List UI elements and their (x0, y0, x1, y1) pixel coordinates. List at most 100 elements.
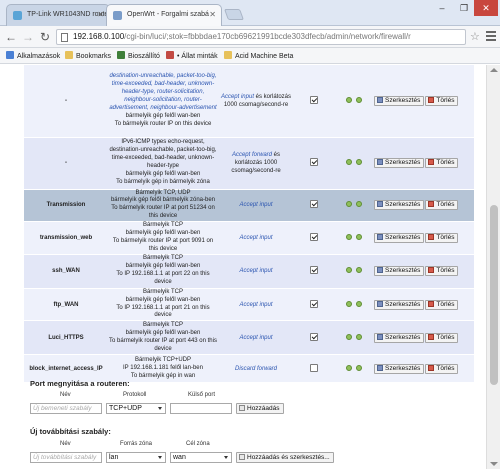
new-input-rule-name-field[interactable]: Új bemeneti szabály (30, 403, 102, 414)
column-label-name: Név (60, 392, 71, 398)
bookmark-apps[interactable]: Alkalmazások (6, 51, 60, 60)
delete-button[interactable]: Törlés (425, 266, 459, 277)
delete-button[interactable]: Törlés (425, 299, 459, 310)
delete-icon (428, 159, 435, 165)
rule-name: Luci_HTTPS (24, 320, 108, 356)
move-down-icon[interactable] (355, 300, 363, 308)
minimize-button[interactable]: – (432, 0, 452, 16)
move-up-icon[interactable] (345, 300, 353, 308)
button-label: Szerkesztés (385, 364, 421, 372)
rule-enabled-checkbox[interactable] (310, 232, 318, 241)
rule-enabled-checkbox[interactable] (310, 363, 318, 372)
maximize-button[interactable]: ❐ (454, 0, 474, 16)
bookmark-allat-mintak[interactable]: • Állat minták (166, 51, 218, 60)
rule-name: ssh_WAN (24, 254, 108, 289)
button-label: Törlés (436, 159, 455, 166)
rule-sort-cell (334, 320, 374, 356)
rule-match-line: bármelyik gép felől wan-ben (125, 263, 201, 270)
page-scrollbar[interactable] (486, 65, 500, 469)
move-down-icon[interactable] (355, 233, 363, 241)
source-zone-select[interactable]: lan (106, 452, 166, 463)
add-port-rule-button[interactable]: Hozzáadás (236, 403, 284, 414)
move-up-icon[interactable] (345, 333, 353, 341)
folder-icon (224, 51, 232, 59)
rule-buttons-cell: Szerkesztés Törlés (374, 189, 474, 223)
delete-icon (428, 201, 435, 208)
move-up-icon[interactable] (345, 200, 353, 208)
apps-grid-icon (6, 51, 14, 59)
delete-button[interactable]: Törlés (425, 232, 459, 243)
button-label: Törlés (436, 333, 455, 341)
rule-match: IPv6-ICMP types echo-request, destinatio… (108, 137, 218, 190)
move-up-icon[interactable] (345, 158, 353, 166)
edit-button[interactable]: Szerkesztés (374, 200, 425, 211)
move-down-icon[interactable] (355, 158, 363, 166)
edit-icon (377, 201, 383, 208)
move-down-icon[interactable] (355, 200, 363, 208)
edit-button[interactable]: Szerkesztés (374, 158, 425, 168)
rule-match-line: Bármelyik TCP, UDP (135, 189, 191, 196)
close-tab-icon[interactable]: ✕ (97, 10, 104, 19)
forward-arrow-icon[interactable]: → (20, 29, 36, 45)
move-up-icon[interactable] (345, 233, 353, 241)
page-content: - destination-unreachable, packet-too-big… (0, 65, 486, 469)
rule-enabled-checkbox[interactable] (310, 332, 318, 341)
scrollbar-thumb[interactable] (490, 205, 498, 385)
move-down-icon[interactable] (355, 96, 363, 104)
delete-button[interactable]: Törlés (425, 363, 459, 374)
bookmark-bioszallito[interactable]: Bioszállító (117, 51, 160, 60)
reload-icon[interactable]: ↻ (37, 29, 53, 45)
external-port-field[interactable] (170, 403, 232, 414)
scroll-down-arrow-icon[interactable] (490, 462, 498, 466)
move-down-icon[interactable] (355, 364, 363, 372)
rule-enabled-checkbox[interactable] (310, 95, 318, 104)
menu-icon[interactable] (486, 31, 496, 43)
new-forward-rule-name-field[interactable]: Új továbbítási szabály (30, 452, 102, 463)
delete-button[interactable]: Törlés (425, 332, 459, 343)
delete-button[interactable]: Törlés (425, 200, 459, 211)
add-icon (239, 454, 245, 460)
move-up-icon[interactable] (345, 96, 353, 104)
edit-icon (377, 364, 383, 371)
rule-enabled-checkbox[interactable] (310, 299, 318, 308)
address-bar[interactable]: 192.168.0.100/cgi-bin/luci/;stok=fbbbdae… (56, 29, 466, 45)
destination-zone-select[interactable]: wan (170, 452, 232, 463)
move-up-icon[interactable] (345, 364, 353, 372)
rule-enabled-checkbox[interactable] (310, 158, 318, 166)
button-label: Törlés (436, 267, 455, 275)
move-down-icon[interactable] (355, 266, 363, 274)
edit-button[interactable]: Szerkesztés (374, 299, 425, 310)
close-tab-icon[interactable]: ✕ (209, 10, 216, 19)
button-label: Törlés (436, 96, 455, 104)
add-and-edit-forward-button[interactable]: Hozzáadás és szerkesztés... (236, 452, 334, 463)
bookmark-acid-machine[interactable]: Acid Machine Beta (224, 51, 293, 60)
back-arrow-icon[interactable]: ← (3, 29, 19, 45)
rule-buttons-cell: Szerkesztés Törlés (374, 354, 474, 384)
browser-tab-tplink[interactable]: TP-Link WR1043ND route ✕ (6, 4, 110, 26)
move-up-icon[interactable] (345, 266, 353, 274)
delete-button[interactable]: Törlés (425, 95, 459, 106)
close-window-button[interactable]: ✕ (474, 0, 498, 16)
edit-button[interactable]: Szerkesztés (374, 266, 425, 277)
rule-match-line: IPv6-ICMP types echo-request, destinatio… (109, 139, 217, 169)
bookmark-star-icon[interactable]: ☆ (470, 30, 480, 43)
edit-button[interactable]: Szerkesztés (374, 232, 425, 243)
rule-sort-cell (334, 354, 374, 384)
rule-row: Luci_HTTPS Bármelyik TCP bármelyik gép fel… (24, 320, 474, 356)
traffic-rules-section: - destination-unreachable, packet-too-big… (24, 65, 474, 384)
move-down-icon[interactable] (355, 333, 363, 341)
protocol-select[interactable]: TCP+UDP (106, 403, 166, 414)
browser-tab-openwrt[interactable]: OpenWrt - Forgalmi szabá ✕ (106, 4, 222, 26)
new-tab-button[interactable] (223, 9, 245, 20)
rule-enabled-cell (294, 288, 334, 322)
edit-button[interactable]: Szerkesztés (374, 95, 425, 106)
edit-button[interactable]: Szerkesztés (374, 332, 425, 343)
rule-action-text: Accept input (239, 334, 273, 341)
bookmark-folder-bookmarks[interactable]: Bookmarks (65, 51, 111, 60)
edit-button[interactable]: Szerkesztés (374, 363, 425, 374)
delete-button[interactable]: Törlés (425, 158, 459, 168)
scroll-up-arrow-icon[interactable] (490, 68, 498, 72)
rule-enabled-checkbox[interactable] (310, 200, 318, 209)
rule-enabled-checkbox[interactable] (310, 266, 318, 275)
rule-enabled-cell (294, 189, 334, 223)
